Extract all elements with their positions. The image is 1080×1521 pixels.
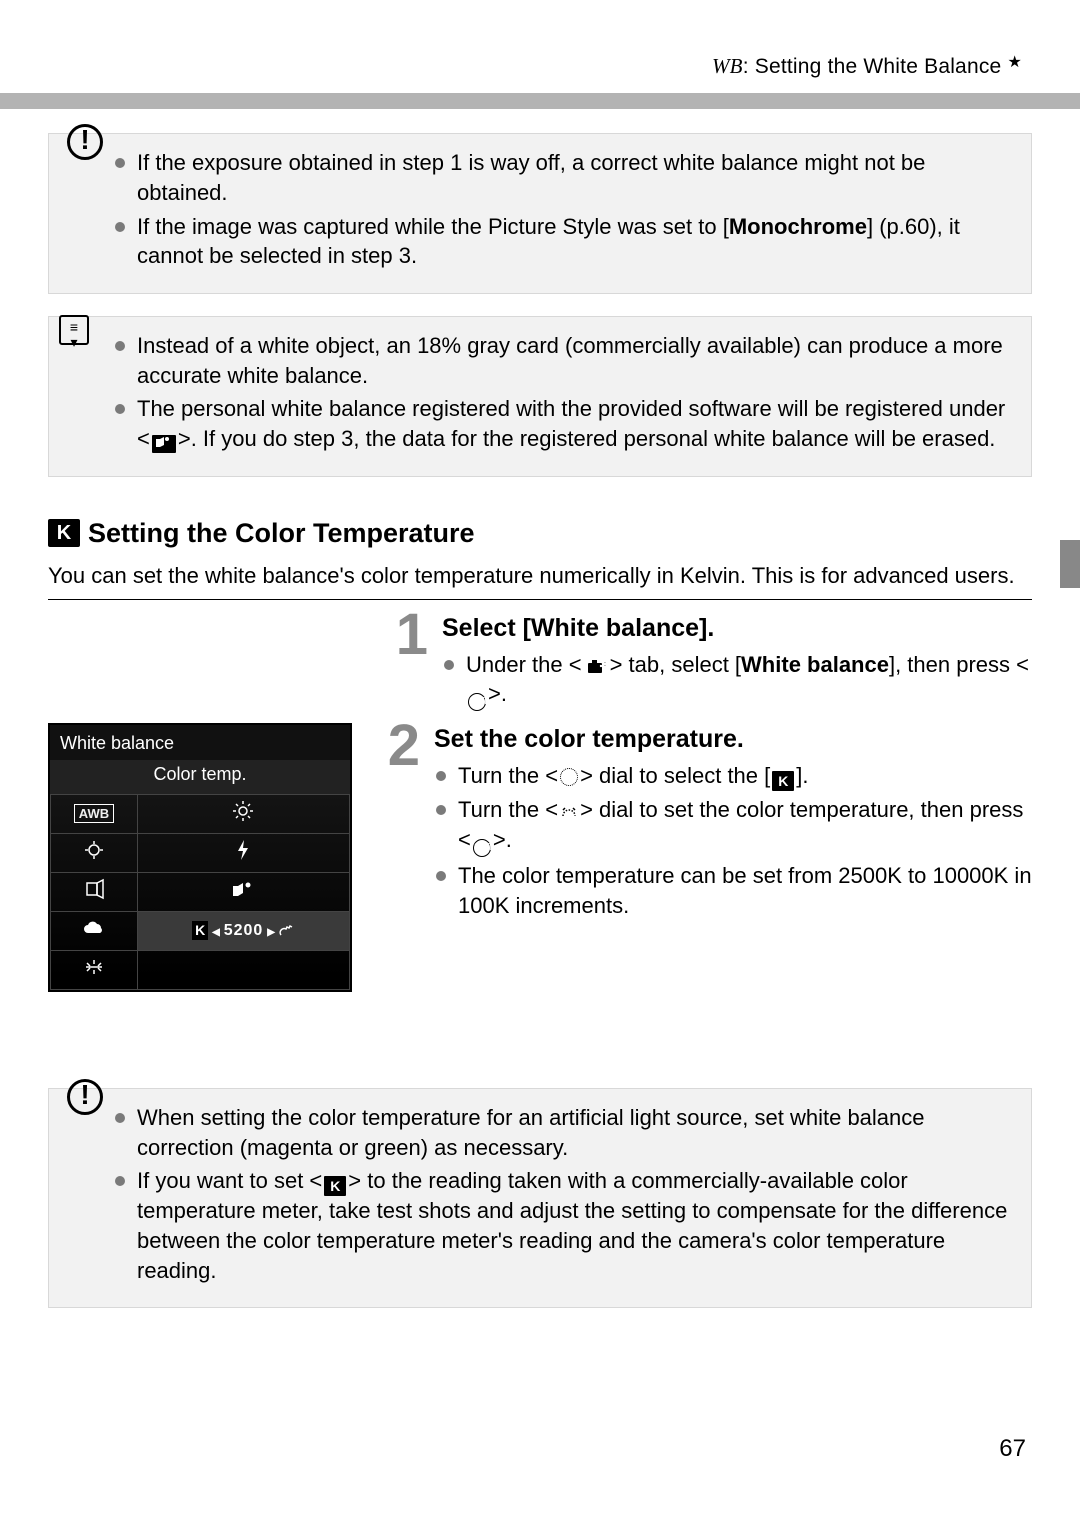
step-title: Set the color temperature. xyxy=(434,723,1032,757)
lcd-cell-kelvin-selected: K ◀ 5200 ▶ xyxy=(137,912,349,951)
step-number: 2 xyxy=(380,723,420,769)
caution-item: When setting the color temperature for a… xyxy=(113,1103,1009,1162)
lcd-sub: Color temp. xyxy=(50,760,350,794)
k-icon: K xyxy=(48,519,80,547)
lcd-cell-tungsten xyxy=(51,873,138,912)
note-icon: ≡▾ xyxy=(59,315,89,345)
running-title: : Setting the White Balance xyxy=(743,55,1002,78)
step-bullet: Under the < : > tab, select [White balan… xyxy=(442,650,1032,712)
section-heading: K Setting the Color Temperature xyxy=(48,515,1032,551)
note-item: Instead of a white object, an 18% gray c… xyxy=(113,331,1009,390)
step-2: 2 Set the color temperature. Turn the <>… xyxy=(380,723,1032,924)
quick-dial-icon xyxy=(560,802,578,820)
lcd-cell-cloudy xyxy=(51,912,138,951)
wb-label: WB xyxy=(712,52,743,80)
header-divider xyxy=(0,93,1080,109)
caution-item: If you want to set <K> to the reading ta… xyxy=(113,1166,1009,1285)
lcd-cell-custom xyxy=(137,873,349,912)
section-intro: You can set the white balance's color te… xyxy=(48,561,1032,591)
note-item: The personal white balance registered wi… xyxy=(113,394,1009,453)
camera-tab-icon: : xyxy=(584,659,608,677)
set-button-icon: SET xyxy=(468,693,486,711)
page-number: 67 xyxy=(999,1433,1026,1465)
lcd-cell-awb: AWB xyxy=(51,795,138,834)
step-1: 1 Select [White balance]. Under the < : … xyxy=(48,612,1032,715)
lcd-cell-fluorescent xyxy=(51,951,138,990)
main-dial-icon xyxy=(560,768,578,786)
lcd-cell-daylight xyxy=(137,795,349,834)
lcd-grid: AWB xyxy=(50,794,350,990)
running-header: WB: Setting the White Balance ★ xyxy=(48,52,1032,81)
lcd-cell-empty xyxy=(137,951,349,990)
note-block-1: ≡▾ Instead of a white object, an 18% gra… xyxy=(48,316,1032,477)
step-bullet: The color temperature can be set from 25… xyxy=(434,861,1032,920)
lcd-header: White balance xyxy=(50,725,350,759)
lcd-mock: White balance Color temp. AWB xyxy=(48,723,352,992)
step-bullet: Turn the <> dial to select the [K]. xyxy=(434,761,1032,791)
caution-item: If the exposure obtained in step 1 is wa… xyxy=(113,148,1009,207)
custom-wb-icon xyxy=(152,435,176,453)
set-button-icon: SET xyxy=(473,839,491,857)
caution-block-2: When setting the color temperature for a… xyxy=(48,1088,1032,1308)
lcd-cell-shade xyxy=(51,834,138,873)
step-bullet: Turn the < > dial to set the color tempe… xyxy=(434,795,1032,857)
step-title: Select [White balance]. xyxy=(442,612,1032,646)
caution-block-1: If the exposure obtained in step 1 is wa… xyxy=(48,133,1032,294)
step-number: 1 xyxy=(388,612,428,658)
k-icon: K xyxy=(772,771,794,791)
k-icon: K xyxy=(324,1176,346,1196)
divider xyxy=(48,599,1032,600)
side-thumb-tab xyxy=(1060,540,1080,588)
caution-item: If the image was captured while the Pict… xyxy=(113,212,1009,271)
lcd-cell-flash xyxy=(137,834,349,873)
star-icon: ★ xyxy=(1007,52,1022,74)
svg-text::: : xyxy=(604,661,606,668)
